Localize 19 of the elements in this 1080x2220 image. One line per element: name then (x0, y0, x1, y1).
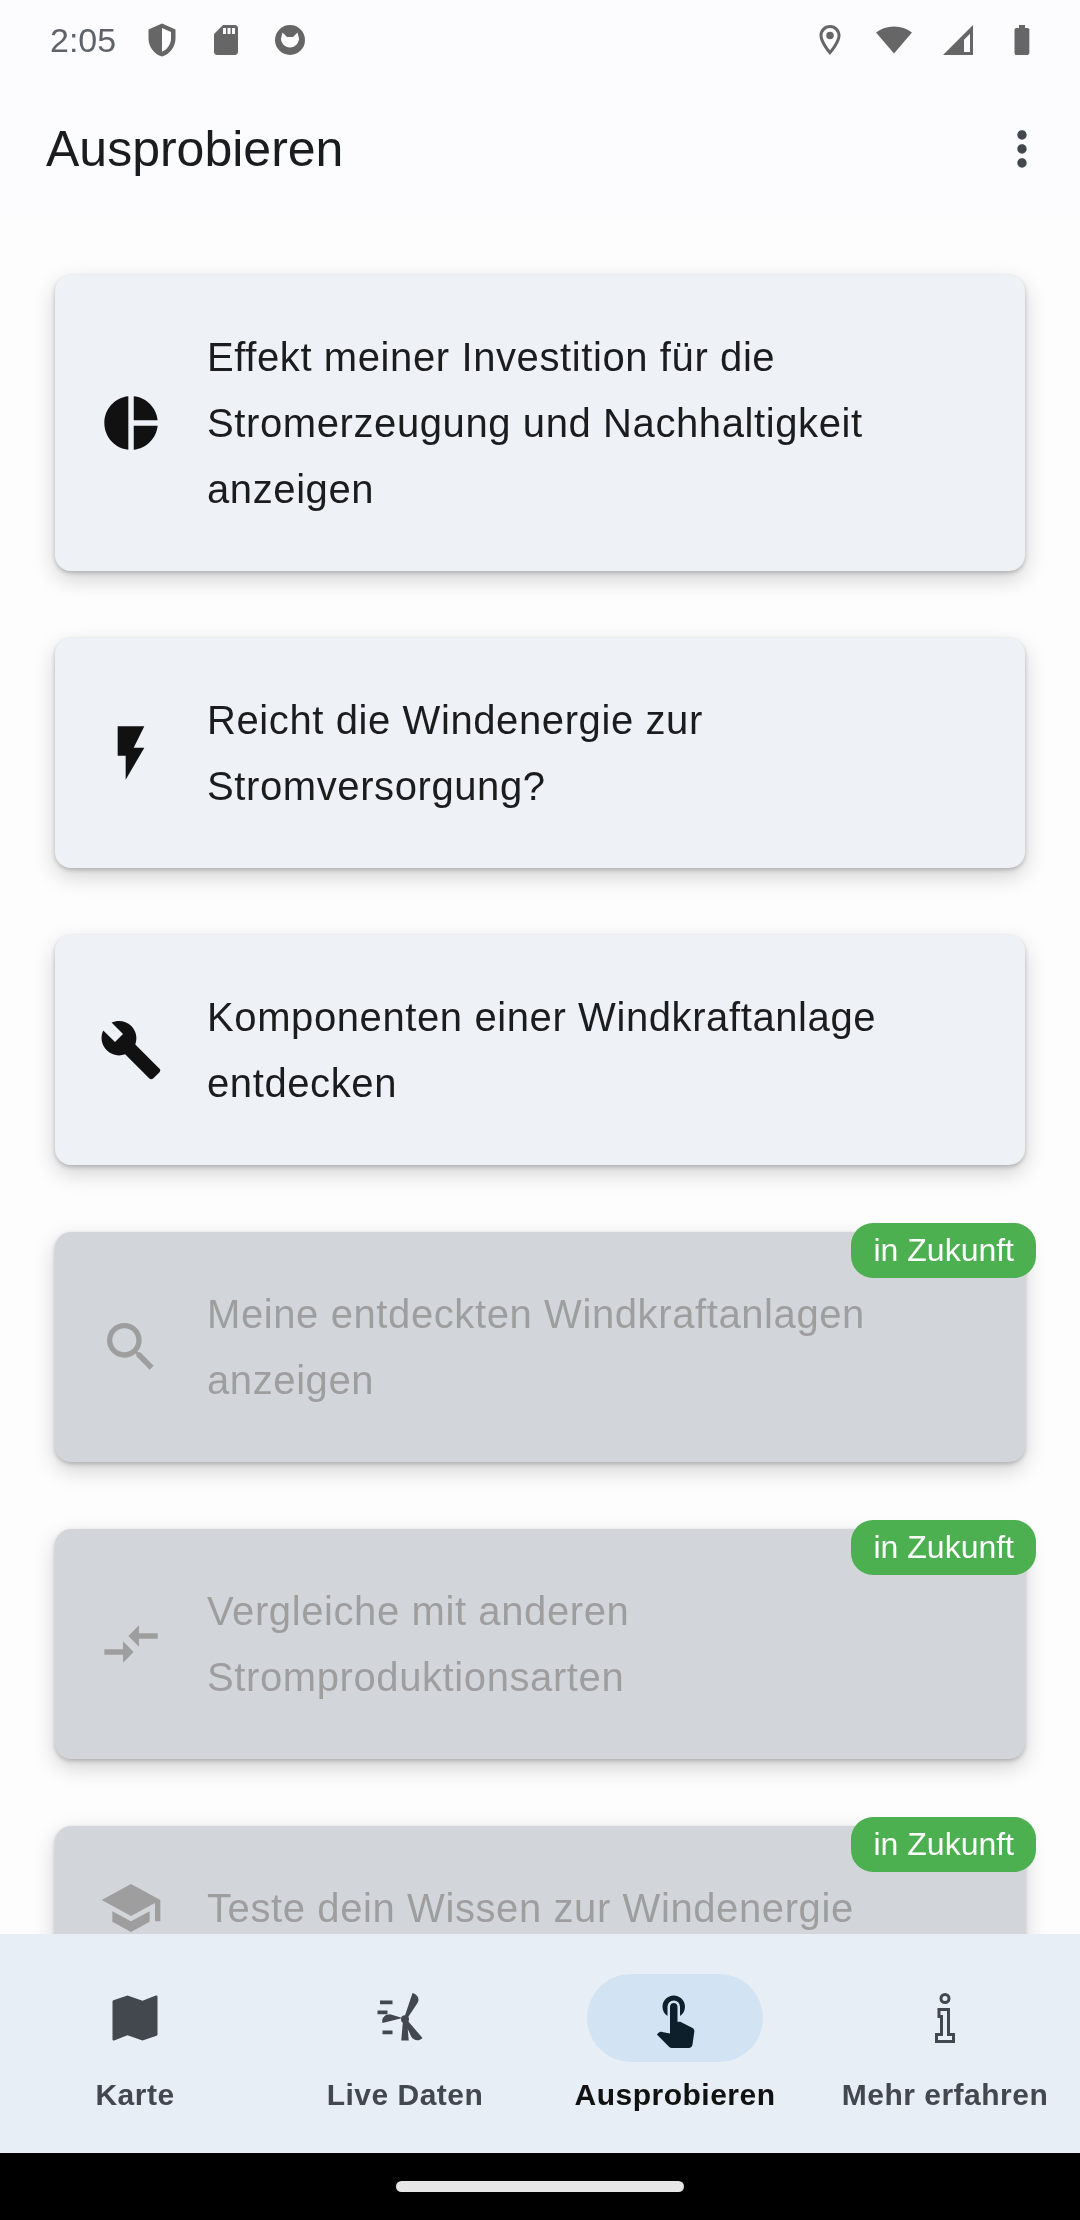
nav-tab[interactable]: Mehr erfahren (810, 1934, 1080, 2153)
coming-soon-badge: in Zukunft (851, 1817, 1036, 1872)
wrench-icon (99, 1018, 163, 1082)
feature-card[interactable]: Effekt meiner Investition für die Stromerzeugung und Nachhaltigkeit anzeigen (55, 275, 1025, 571)
nav-tab[interactable]: Live Daten (270, 1934, 540, 2153)
feature-card[interactable]: Reicht die Windenergie zur Stromversorgung? (55, 638, 1025, 868)
card-label: Komponenten einer Windkraftanlage entdecken (207, 994, 878, 1107)
nav-tab[interactable]: Karte (0, 1934, 270, 2153)
screen-title: Ausprobieren (46, 120, 345, 178)
card-label: Reicht die Windenergie zur Stromversorgung? (207, 697, 704, 810)
card-label: Teste dein Wissen zur Windenergie (207, 1885, 854, 1932)
feature-card[interactable]: Komponenten einer Windkraftanlage entdecken (55, 935, 1025, 1165)
card-label: Effekt meiner Investition für die Stromerzeugung und Nachhaltigkeit anzeigen (207, 334, 864, 513)
coming-soon-badge: in Zukunft (851, 1223, 1036, 1278)
status-time: 2:05 (50, 20, 117, 60)
nav-tab[interactable]: Ausprobieren (540, 1934, 810, 2153)
coming-soon-badge: in Zukunft (851, 1520, 1036, 1575)
card-label: Meine entdeckten Windkraftanlagen anzeigen (207, 1291, 866, 1404)
card-label: Vergleiche mit anderen Stromproduktionsarten (207, 1588, 631, 1701)
